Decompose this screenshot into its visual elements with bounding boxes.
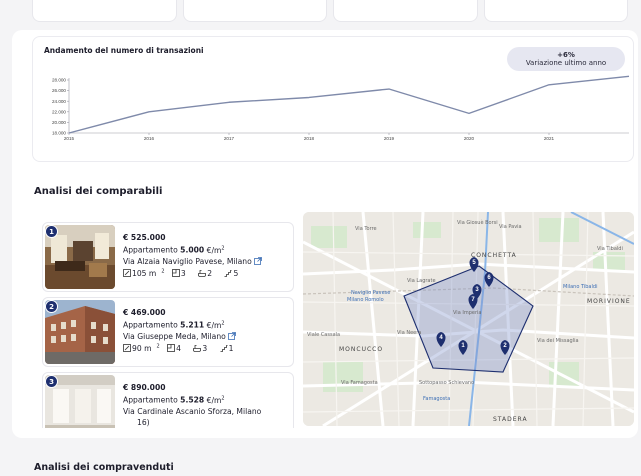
comparable-number: 2 <box>45 300 58 313</box>
comparable-details: € 525.000 Appartamento 5.000 €/m 2 Via Al… <box>123 232 263 280</box>
summary-card <box>32 0 177 22</box>
summary-card <box>182 0 327 22</box>
map-canvas[interactable]: 5 6 3 7 4 1 2 <box>303 212 634 426</box>
comparable-price: € 525.000 <box>123 233 166 242</box>
comparable-area: 105 m <box>132 269 157 279</box>
x-tick-label: 2021 <box>544 136 555 141</box>
comparable-details: € 890.000 Appartamento 5.528 €/m2 Via Ca… <box>123 383 262 427</box>
comparables-map[interactable]: 5 6 3 7 4 1 2 Via Giosuè Borsi Via Pavia… <box>303 212 634 426</box>
comparable-baths: 3 <box>202 344 208 354</box>
comparables-list[interactable]: 1 € 525.000 Appartamento 5.000 €/m 2 Via … <box>42 220 294 428</box>
comparable-price-per-sqm: 5.211 <box>180 320 205 330</box>
comparable-address: Via Alzaia Naviglio Pavese, Milano <box>123 256 252 266</box>
y-tick-label: 20.000 <box>52 120 66 125</box>
area-icon <box>123 344 131 352</box>
price-unit: €/m <box>206 245 222 255</box>
comparable-baths: 2 <box>207 269 213 279</box>
price-unit: €/m <box>206 395 222 405</box>
y-tick-label: 18.000 <box>52 131 66 136</box>
comparable-rooms: 3 <box>180 269 186 279</box>
transactions-line-chart: 18.000 20.000 22.000 24.000 26.000 28.000 2015… <box>52 75 630 141</box>
map-label: Viale Cassala <box>307 332 341 338</box>
comparable-number: 3 <box>45 375 58 388</box>
comparable-card-3[interactable]: 3 € 890.000 Appartamento 5.528 €/m2 Via … <box>42 372 294 428</box>
property-photo[interactable]: 2 <box>45 300 115 364</box>
comparable-floor: 5 <box>233 269 239 279</box>
comparable-card-1[interactable]: 1 € 525.000 Appartamento 5.000 €/m 2 Via … <box>42 222 294 292</box>
map-label: Famagosta <box>423 396 451 402</box>
sales-analysis-title: Analisi dei compravenduti <box>34 462 174 473</box>
map-label: Sottopasso Schievano <box>419 380 475 386</box>
summary-cards-row <box>32 0 628 22</box>
comparable-floor: 1 <box>228 344 234 354</box>
external-link-icon[interactable] <box>254 256 263 265</box>
map-label: Via Lagrate <box>407 278 436 284</box>
summary-card <box>333 0 478 22</box>
comparable-extra: 16) <box>137 417 150 427</box>
series-line <box>68 75 630 134</box>
comparable-price: € 469.000 <box>123 308 166 317</box>
comparable-type: Appartamento <box>123 320 178 330</box>
map-label: Milano Tibaldi <box>563 284 598 290</box>
property-photo[interactable]: 1 <box>45 225 115 289</box>
x-tick-label: 2016 <box>144 136 155 141</box>
comparable-type: Appartamento <box>123 245 178 255</box>
transactions-chart-card: Andamento del numero di transazioni +6% … <box>32 36 634 162</box>
y-tick-label: 28.000 <box>52 78 66 83</box>
map-label: Via Torre <box>355 226 377 232</box>
map-label: CONCHETTA <box>471 252 517 259</box>
floor-icon <box>220 345 228 352</box>
x-tick-label: 2018 <box>304 136 315 141</box>
summary-card <box>483 0 628 22</box>
property-photo[interactable]: 3 <box>45 375 115 428</box>
comparable-features: 105 m2 3 2 5 <box>123 267 262 280</box>
comparable-price-per-sqm: 5.000 <box>180 245 205 255</box>
x-tick-label: 2020 <box>464 136 475 141</box>
area-icon <box>123 269 131 277</box>
y-tick-label: 22.000 <box>52 109 66 114</box>
comparable-number: 1 <box>45 225 58 238</box>
rooms-icon <box>167 344 175 352</box>
bath-icon <box>193 345 202 352</box>
y-tick-label: 26.000 <box>52 88 66 93</box>
rooms-icon <box>172 269 180 277</box>
comparable-type: Appartamento <box>123 395 178 405</box>
comparable-price: € 890.000 <box>123 383 166 392</box>
map-label: Milano Romolo <box>347 297 384 303</box>
floor-icon <box>224 270 232 277</box>
map-label: Via Neera <box>397 330 422 336</box>
comparable-price-per-sqm: 5.528 <box>180 395 205 405</box>
map-label: Naviglio Pavese <box>351 290 391 296</box>
comparable-address: Via Cardinale Ascanio Sforza, Milano <box>123 406 262 416</box>
external-link-icon[interactable] <box>228 331 237 340</box>
bath-icon <box>198 270 207 277</box>
map-label: STADERA <box>493 416 528 423</box>
x-tick-label: 2019 <box>384 136 395 141</box>
map-label: Via Giosuè Borsi <box>457 220 498 226</box>
comparable-address: Via Giuseppe Meda, Milano <box>123 331 226 341</box>
map-label: MONCUCCO <box>339 346 384 353</box>
map-label: Via dei Missaglia <box>537 338 579 344</box>
y-tick-label: 24.000 <box>52 99 66 104</box>
map-label: Via Tibaldi <box>597 246 623 252</box>
comparable-details: € 469.000 Appartamento 5.211 €/m2 Via Gi… <box>123 307 243 354</box>
map-label: Via Famagosta <box>341 380 378 386</box>
comparables-title: Analisi dei comparabili <box>34 186 163 197</box>
x-tick-label: 2017 <box>224 136 235 141</box>
map-label: MORIVIONE <box>587 298 631 305</box>
x-tick-label: 2015 <box>64 136 75 141</box>
comparable-card-2[interactable]: 2 € 469.000 Appartamento 5.211 €/m2 Via … <box>42 297 294 367</box>
comparable-features: 90 m2 4 3 1 <box>123 342 243 355</box>
comparable-rooms: 4 <box>176 344 181 354</box>
price-unit: €/m <box>206 320 222 330</box>
map-label: Via Imperia <box>453 310 482 316</box>
comparable-area: 90 m <box>132 344 152 354</box>
map-label: Via Pavia <box>499 224 522 230</box>
